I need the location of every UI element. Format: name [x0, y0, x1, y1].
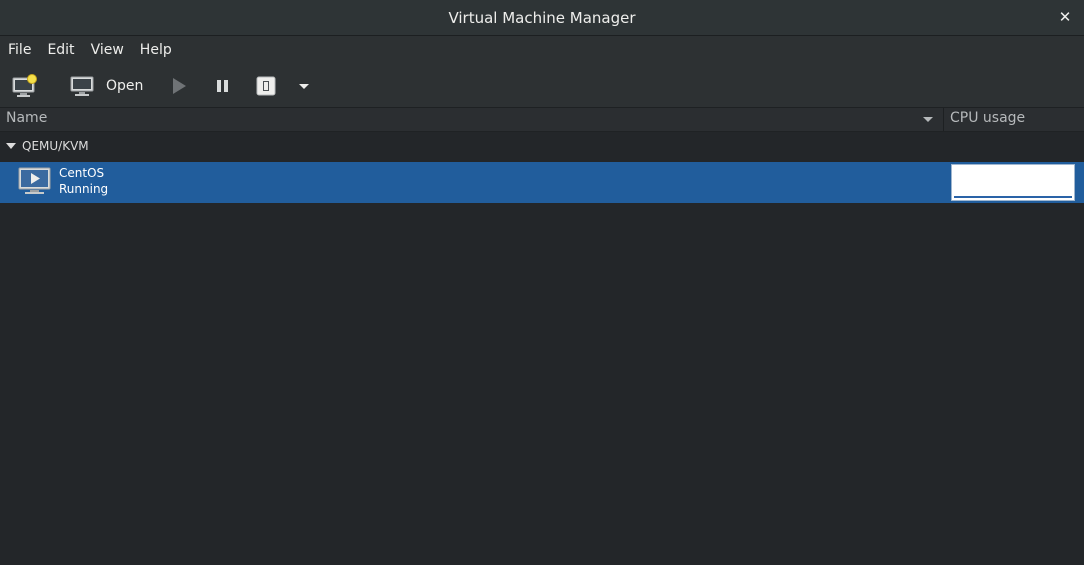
connection-label: QEMU/KVM — [22, 139, 89, 153]
vm-status: Running — [59, 182, 109, 196]
connection-row[interactable]: QEMU/KVM — [0, 132, 1084, 161]
column-header: Name CPU usage — [0, 108, 1084, 132]
open-button[interactable]: Open — [70, 71, 150, 101]
new-vm-icon — [12, 74, 37, 97]
pause-button[interactable] — [210, 71, 236, 101]
power-icon — [256, 76, 276, 96]
expander-down-icon[interactable] — [6, 143, 16, 150]
window-title: Virtual Machine Manager — [448, 8, 636, 27]
sort-arrow-icon[interactable] — [922, 116, 934, 124]
menu-bar: File Edit View Help — [0, 36, 1084, 65]
title-bar: Virtual Machine Manager ✕ — [0, 0, 1084, 36]
shutdown-menu-button[interactable] — [294, 71, 314, 101]
monitor-icon — [70, 76, 94, 96]
run-button[interactable] — [166, 71, 192, 101]
vm-row[interactable]: CentOS Running — [0, 162, 1084, 203]
shutdown-button[interactable] — [254, 71, 278, 101]
menu-file[interactable]: File — [0, 36, 39, 65]
toolbar: Open — [0, 65, 1084, 108]
pause-icon — [217, 80, 228, 92]
menu-edit[interactable]: Edit — [39, 36, 82, 65]
cpu-usage-graph — [951, 164, 1075, 201]
menu-view[interactable]: View — [83, 36, 132, 65]
play-icon — [173, 78, 186, 94]
chevron-down-icon — [299, 84, 309, 89]
cpu-usage-line — [954, 196, 1072, 198]
new-vm-button[interactable] — [8, 71, 42, 101]
running-vm-icon — [18, 167, 51, 194]
column-cpu-header[interactable]: CPU usage — [950, 110, 1025, 126]
column-divider[interactable] — [943, 108, 944, 131]
menu-help[interactable]: Help — [132, 36, 180, 65]
vm-name: CentOS — [59, 166, 105, 180]
open-label: Open — [106, 78, 144, 94]
close-icon[interactable]: ✕ — [1056, 8, 1074, 26]
column-name-header[interactable]: Name — [6, 110, 47, 126]
